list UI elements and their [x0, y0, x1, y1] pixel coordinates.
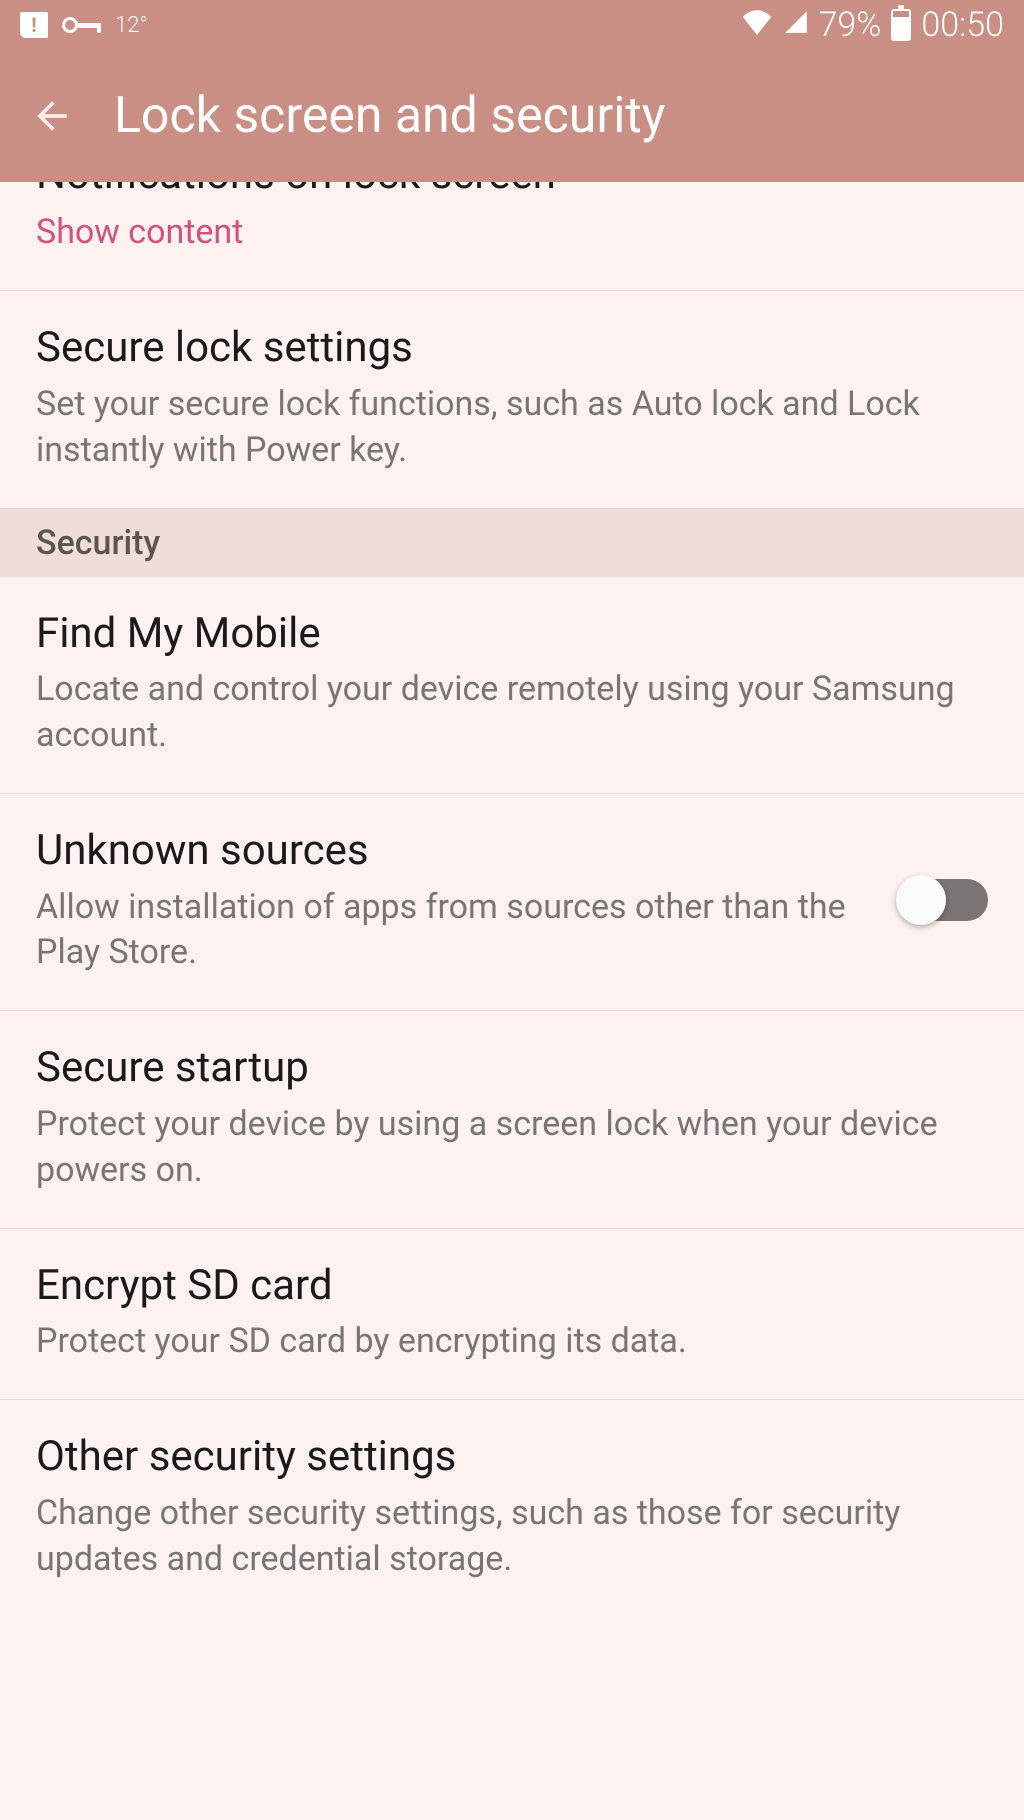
section-header-security: Security [0, 509, 1024, 577]
status-right: 79% 00:50 [741, 5, 1004, 45]
setting-title: Encrypt SD card [36, 1259, 988, 1314]
setting-title: Unknown sources [36, 824, 872, 879]
clock-time: 00:50 [921, 5, 1004, 45]
status-bar: 12° 79% 00:50 [0, 0, 1024, 50]
setting-title: Other security settings [36, 1430, 988, 1485]
setting-description: Locate and control your device remotely … [36, 667, 988, 759]
setting-description: Allow installation of apps from sources … [36, 885, 872, 977]
setting-notifications-lock-screen[interactable]: Notifications on lock screen Show conten… [0, 182, 1024, 291]
signal-icon [783, 9, 809, 42]
app-bar: Lock screen and security [0, 50, 1024, 182]
settings-list[interactable]: Notifications on lock screen Show conten… [0, 182, 1024, 1820]
back-button[interactable] [30, 94, 74, 138]
setting-encrypt-sd[interactable]: Encrypt SD card Protect your SD card by … [0, 1229, 1024, 1400]
setting-secure-startup[interactable]: Secure startup Protect your device by us… [0, 1011, 1024, 1228]
battery-icon [891, 9, 911, 41]
battery-percentage: 79% [819, 5, 882, 45]
setting-secure-lock[interactable]: Secure lock settings Set your secure loc… [0, 291, 1024, 508]
setting-title: Notifications on lock screen [36, 182, 988, 203]
setting-title: Secure lock settings [36, 321, 988, 376]
setting-title: Secure startup [36, 1041, 988, 1096]
setting-description: Set your secure lock functions, such as … [36, 382, 988, 474]
setting-description: Protect your device by using a screen lo… [36, 1102, 988, 1194]
temperature-indicator: 12° [115, 13, 148, 38]
page-title: Lock screen and security [114, 87, 665, 145]
setting-title: Find My Mobile [36, 607, 988, 662]
vpn-key-icon [62, 17, 101, 33]
setting-unknown-sources[interactable]: Unknown sources Allow installation of ap… [0, 794, 1024, 1011]
toggle-thumb [896, 875, 946, 925]
setting-value: Show content [36, 209, 988, 257]
setting-description: Protect your SD card by encrypting its d… [36, 1319, 988, 1365]
unknown-sources-toggle[interactable] [902, 879, 988, 921]
status-left: 12° [20, 12, 148, 38]
setting-find-my-mobile[interactable]: Find My Mobile Locate and control your d… [0, 577, 1024, 794]
sd-card-alert-icon [20, 12, 48, 38]
setting-description: Change other security settings, such as … [36, 1491, 988, 1583]
wifi-icon [741, 9, 773, 42]
setting-other-security[interactable]: Other security settings Change other sec… [0, 1400, 1024, 1616]
